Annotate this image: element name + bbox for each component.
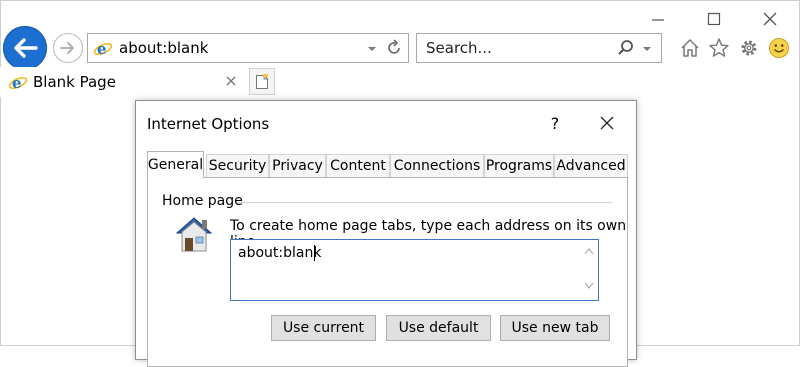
new-tab-button[interactable] <box>249 68 275 95</box>
forward-arrow-icon <box>60 42 74 54</box>
address-text[interactable]: about:blank <box>119 39 208 57</box>
favorites-star-icon <box>709 38 729 57</box>
use-default-button[interactable]: Use default <box>386 315 491 341</box>
search-icon[interactable] <box>617 39 635 61</box>
address-bar[interactable]: e about:blank <box>87 33 409 63</box>
back-arrow-icon <box>14 38 38 58</box>
refresh-icon[interactable] <box>386 39 402 61</box>
close-icon <box>600 116 614 130</box>
tab-general[interactable]: General <box>147 151 204 178</box>
text-caret <box>314 245 315 261</box>
tab-advanced[interactable]: Advanced <box>554 154 628 177</box>
tools-button[interactable] <box>736 35 762 61</box>
tab-connections[interactable]: Connections <box>390 154 484 177</box>
svg-text:e: e <box>12 74 22 92</box>
tab-privacy[interactable]: Privacy <box>269 154 326 177</box>
favorites-button[interactable] <box>706 35 732 61</box>
home-icon <box>681 39 699 57</box>
dropdown-icon[interactable] <box>367 41 377 60</box>
close-window-button[interactable] <box>755 6 785 32</box>
textarea-scrollbar[interactable] <box>581 240 598 300</box>
back-button[interactable] <box>3 26 47 70</box>
dialog-close-button[interactable] <box>595 111 619 135</box>
house-icon <box>173 214 215 258</box>
gear-icon <box>741 40 757 56</box>
feedback-button[interactable] <box>766 35 792 61</box>
svg-text:e: e <box>97 40 107 58</box>
close-icon <box>763 12 777 26</box>
tab-title: Blank Page <box>33 73 116 91</box>
maximize-button[interactable] <box>699 6 729 32</box>
dropdown-icon[interactable] <box>642 41 652 60</box>
smiley-icon <box>769 38 789 58</box>
browser-tab[interactable]: e Blank Page <box>0 67 248 97</box>
tab-security[interactable]: Security <box>206 154 269 177</box>
minimize-button[interactable] <box>643 6 673 32</box>
close-tab-icon[interactable] <box>226 74 236 90</box>
ie-logo-icon: e <box>8 73 28 97</box>
internet-options-dialog: Internet Options ? General Security Priv… <box>135 100 637 367</box>
scroll-up-icon[interactable] <box>584 245 594 258</box>
options-tab-strip: General Security Privacy Content Connect… <box>147 151 631 178</box>
search-bar[interactable]: Search... <box>416 33 662 63</box>
home-page-group-label: Home page <box>162 193 243 209</box>
group-divider <box>238 202 612 203</box>
scroll-down-icon[interactable] <box>584 280 594 293</box>
home-page-textarea[interactable]: about:blank <box>230 239 599 301</box>
use-new-tab-button[interactable]: Use new tab <box>500 315 610 341</box>
home-page-value[interactable]: about:blank <box>238 245 321 261</box>
use-current-button[interactable]: Use current <box>271 315 376 341</box>
ie-logo-icon: e <box>93 39 113 63</box>
tab-programs[interactable]: Programs <box>484 154 554 177</box>
home-button[interactable] <box>677 35 703 61</box>
help-button[interactable]: ? <box>543 111 567 135</box>
minimize-icon <box>652 19 664 21</box>
dialog-title: Internet Options <box>147 115 270 133</box>
new-tab-icon <box>256 73 268 89</box>
search-input[interactable]: Search... <box>426 39 492 57</box>
forward-button[interactable] <box>53 33 83 63</box>
tab-content[interactable]: Content <box>326 154 390 177</box>
maximize-icon <box>707 12 721 26</box>
